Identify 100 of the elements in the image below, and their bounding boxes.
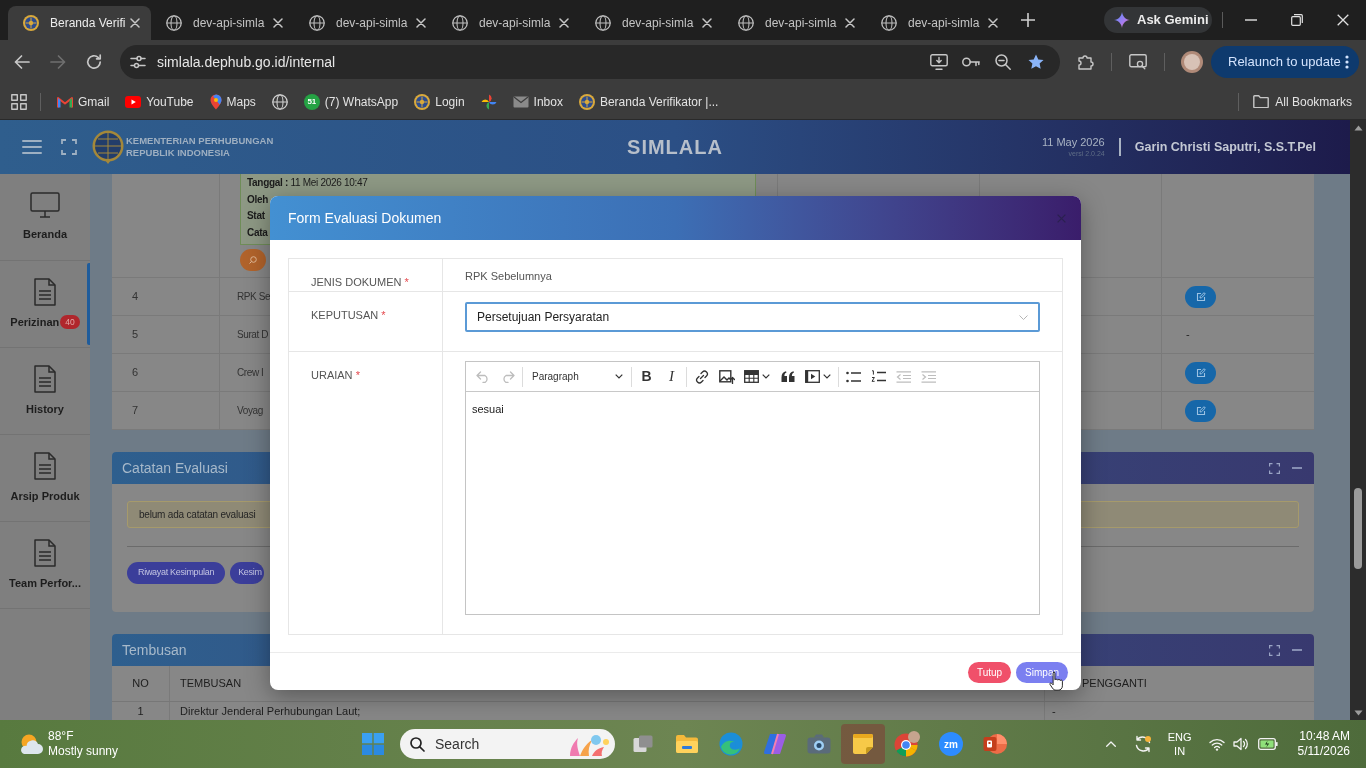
link-icon[interactable] <box>694 369 709 384</box>
sync-icon[interactable] <box>1133 735 1152 753</box>
star-icon[interactable] <box>1028 54 1044 70</box>
bookmark[interactable]: 51 (7) WhatsApp <box>295 87 407 116</box>
table-cell: Direktur Jenderal Perhubungan Laut; <box>180 704 361 718</box>
back-arrow-icon[interactable] <box>14 54 30 70</box>
mail-icon <box>57 95 73 108</box>
volume-icon[interactable] <box>1232 737 1249 751</box>
globe-icon <box>738 15 754 31</box>
header-date: 11 May 2026 <box>1041 136 1105 149</box>
logo-icon <box>92 130 124 164</box>
apps-grid-icon[interactable] <box>11 93 27 110</box>
table-icon[interactable] <box>744 370 759 383</box>
bookmark[interactable]: Maps <box>201 87 264 116</box>
scrollbar-thumb[interactable] <box>1354 488 1362 569</box>
profile-avatar-icon[interactable] <box>1181 51 1203 73</box>
sidebar-item[interactable]: Perizinan 40 <box>0 261 90 348</box>
table-cell-text: 4 <box>132 289 139 305</box>
reload-icon[interactable] <box>86 54 102 70</box>
edit-button[interactable] <box>1185 285 1216 308</box>
select-field[interactable]: Persetujuan Persyaratan <box>465 302 1040 332</box>
app-title: SIMLALA <box>627 135 723 160</box>
image-upload-icon[interactable] <box>718 369 735 384</box>
browser-tab[interactable]: dev-api-simla <box>437 6 580 40</box>
emblem-icon <box>414 93 431 110</box>
numbered-list-icon[interactable] <box>871 370 886 383</box>
conclusion-button[interactable]: Riwayat Kesimpulan <box>127 562 226 584</box>
address-bar[interactable]: simlala.dephub.go.id/internal <box>120 45 1060 79</box>
globe-icon <box>452 15 468 31</box>
language-indicator[interactable]: ENG <box>1167 730 1192 744</box>
camera-icon <box>807 734 831 754</box>
table-cell-text: 5 <box>132 327 139 343</box>
emblem-icon <box>23 15 39 31</box>
edit-button[interactable] <box>1185 399 1216 422</box>
pinwheel-icon[interactable] <box>480 93 497 110</box>
table-cell-text: Surat D <box>237 328 269 342</box>
fullscreen-icon[interactable] <box>61 139 77 155</box>
restore-icon[interactable] <box>1291 14 1303 26</box>
clock-time[interactable]: 10:48 AM <box>1299 729 1350 744</box>
ask-gemini-button[interactable]: Ask Gemini <box>1104 7 1212 33</box>
key-icon[interactable] <box>962 57 980 67</box>
wifi-icon[interactable] <box>1208 737 1225 751</box>
taskbar-search-field[interactable]: Search <box>400 729 615 759</box>
expand-icon[interactable] <box>1269 462 1280 474</box>
globe-icon <box>309 15 325 31</box>
table-cell-text: RPK Se <box>237 290 271 304</box>
globe-icon[interactable] <box>271 93 288 110</box>
modal-title: Form Evaluasi Dokumen <box>288 208 442 228</box>
browser-tab[interactable]: dev-api-simla <box>151 6 294 40</box>
media-embed-icon[interactable] <box>805 370 820 383</box>
battery-charging-icon[interactable] <box>1257 738 1278 750</box>
scroll-down-icon[interactable] <box>1353 710 1363 716</box>
field-label: URAIAN * <box>311 369 360 381</box>
note-line: Cata <box>247 225 268 240</box>
browser-tab[interactable]: dev-api-simla <box>294 6 437 40</box>
field-label: KEPUTUSAN * <box>311 309 386 321</box>
chevron-up-icon[interactable] <box>1105 741 1116 747</box>
bookmark[interactable]: Inbox <box>504 87 571 116</box>
scroll-up-icon[interactable] <box>1353 125 1363 131</box>
bookmark[interactable]: Gmail <box>49 87 118 116</box>
zoom-out-icon[interactable] <box>995 54 1011 70</box>
new-tab-icon[interactable] <box>1021 13 1035 27</box>
tab-search-icon[interactable] <box>1129 54 1147 70</box>
italic-button[interactable]: I <box>659 364 684 389</box>
column-header: TEMBUSAN <box>180 676 242 692</box>
relaunch-button[interactable]: Relaunch to update <box>1211 46 1359 78</box>
table-cell-text: 6 <box>132 365 139 381</box>
bold-button[interactable]: B <box>634 364 659 389</box>
conclusion-button[interactable]: Kesim <box>230 562 264 584</box>
map-pin-icon <box>209 93 222 110</box>
browser-tab[interactable]: dev-api-simla <box>580 6 723 40</box>
table-cell: 1 <box>137 704 144 718</box>
task-view-icon <box>633 735 653 753</box>
blockquote-icon[interactable] <box>780 371 795 382</box>
puzzle-icon[interactable] <box>1078 54 1094 70</box>
browser-tab[interactable]: Beranda Verifi <box>8 6 151 40</box>
menu-icon[interactable] <box>22 140 42 154</box>
expand-icon[interactable] <box>1269 644 1280 656</box>
all-bookmarks-button[interactable]: All Bookmarks <box>1245 87 1360 116</box>
browser-tab[interactable]: dev-api-simla <box>723 6 866 40</box>
document-icon <box>34 451 56 480</box>
caret-icon <box>762 374 770 379</box>
bulleted-list-icon[interactable] <box>846 370 861 383</box>
paragraph-dropdown[interactable]: Paragraph <box>525 364 629 389</box>
windows-start-icon[interactable] <box>362 733 384 755</box>
table-cell: - <box>1052 704 1056 718</box>
language-indicator[interactable]: IN <box>1174 744 1186 758</box>
monitor-icon <box>30 191 60 218</box>
bookmark[interactable]: Login <box>406 87 473 116</box>
bookmark[interactable]: YouTube <box>117 87 202 116</box>
clock-date[interactable]: 5/11/2026 <box>1297 744 1350 759</box>
site-settings-icon[interactable] <box>130 55 146 69</box>
edit-icon <box>1195 367 1206 378</box>
bookmark[interactable]: Beranda Verifikator |... <box>570 87 727 116</box>
browser-tab[interactable]: dev-api-simla <box>866 6 1009 40</box>
edit-button[interactable] <box>1185 361 1216 384</box>
user-name: Garin Christi Saputri, S.S.T.Pel <box>1134 138 1316 156</box>
install-app-icon[interactable] <box>930 54 948 70</box>
taskbar-app-button[interactable] <box>841 724 885 764</box>
folder-icon <box>1253 95 1270 108</box>
